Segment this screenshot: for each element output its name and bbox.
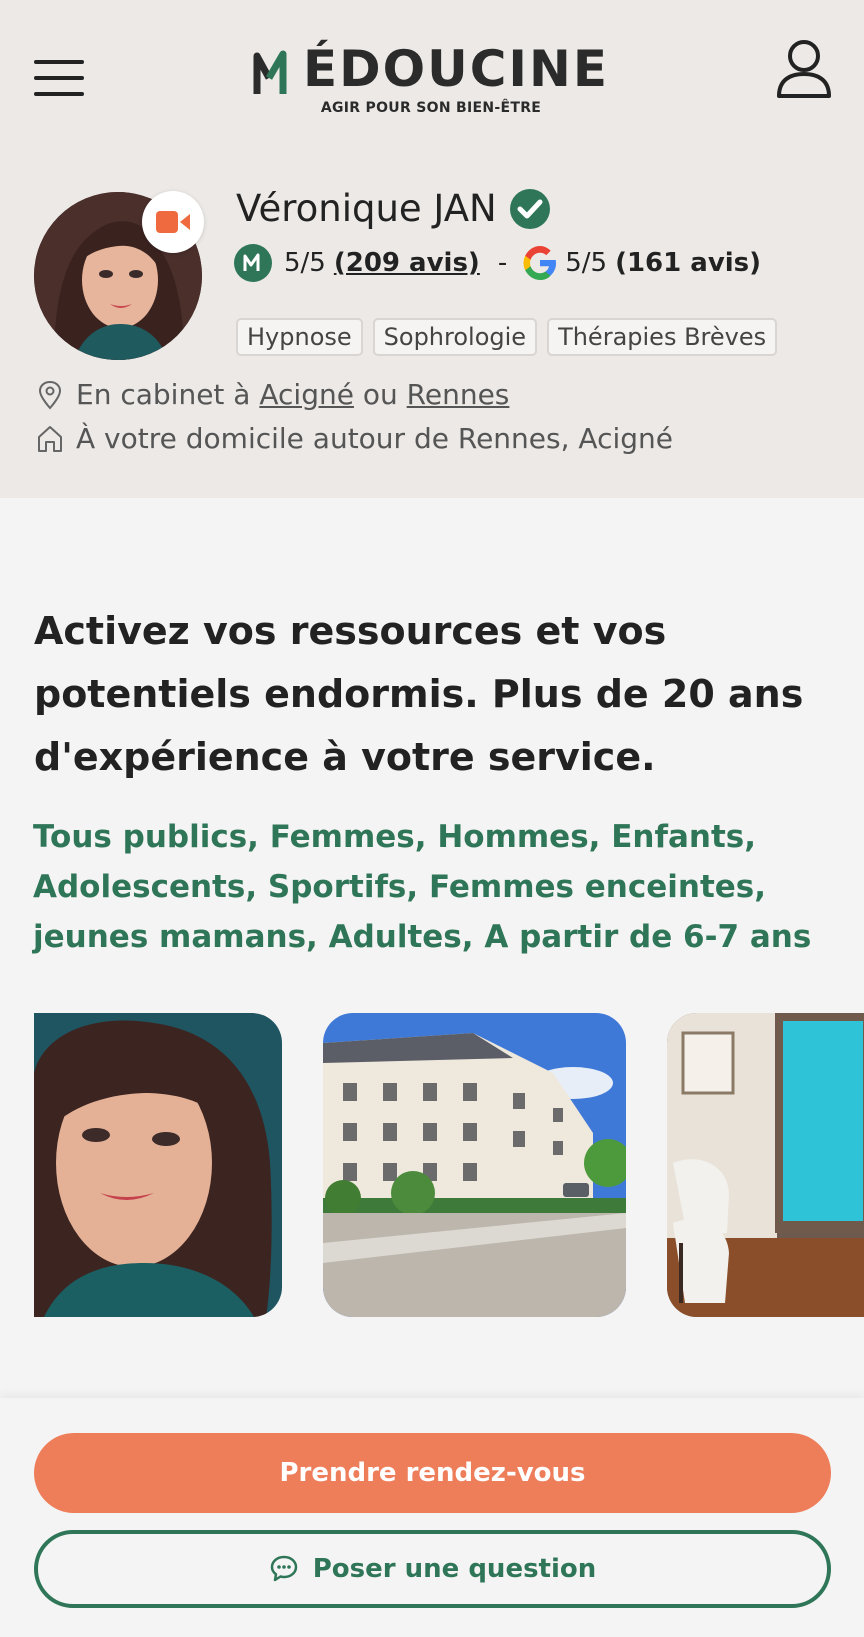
medoucine-score: 5/5 <box>284 248 326 278</box>
home-icon <box>38 425 62 452</box>
ratings-separator: - <box>497 248 508 278</box>
map-pin-icon <box>38 380 62 409</box>
hamburger-menu-icon[interactable] <box>34 60 84 96</box>
google-score: 5/5 <box>565 248 608 278</box>
ask-question-button[interactable]: Poser une question <box>34 1530 831 1608</box>
tag-hypnose[interactable]: Hypnose <box>236 318 363 356</box>
cabinet-prefix: En cabinet à <box>76 378 251 411</box>
medoucine-reviews-link[interactable]: (209 avis) <box>334 248 480 278</box>
book-appointment-button[interactable]: Prendre rendez-vous <box>34 1433 831 1513</box>
practitioner-name: Véronique JAN <box>236 187 497 230</box>
site-logo[interactable]: ÉDOUCINE AGIR POUR SON BIEN-ÊTRE <box>246 40 616 116</box>
check-badge-icon <box>509 188 550 229</box>
google-logo-icon <box>523 246 557 280</box>
user-icon[interactable] <box>776 38 832 100</box>
google-reviews-count: (161 avis) <box>615 248 762 278</box>
profile-header: ÉDOUCINE AGIR POUR SON BIEN-ÊTRE Véroniq… <box>0 0 864 498</box>
gallery-photo-building[interactable] <box>323 1013 626 1317</box>
city-link-rennes[interactable]: Rennes <box>407 378 510 411</box>
action-bar: Prendre rendez-vous Poser une question <box>0 1398 864 1637</box>
logo-wordmark: ÉDOUCINE <box>302 40 610 98</box>
photo-gallery[interactable] <box>0 1013 864 1317</box>
city-link-acigne[interactable]: Acigné <box>259 378 354 411</box>
gallery-photo-waiting-room[interactable] <box>667 1013 864 1317</box>
home-visit-location: À votre domicile autour de Rennes, Acign… <box>36 422 673 455</box>
specialty-tags: Hypnose Sophrologie Thérapies Brèves <box>236 318 778 356</box>
ask-question-label: Poser une question <box>312 1554 597 1584</box>
cabinet-location: En cabinet à Acigné ou Rennes <box>36 378 509 411</box>
target-audience: Tous publics, Femmes, Hommes, Enfants, A… <box>33 819 812 955</box>
chat-bubble-icon <box>270 1555 297 1582</box>
tag-sophrologie[interactable]: Sophrologie <box>372 318 538 356</box>
ratings-row: 5/5 (209 avis) - 5/5 (161 avis) <box>234 244 761 282</box>
logo-m-mark <box>253 48 301 98</box>
video-camera-icon <box>142 191 204 253</box>
logo-tagline: AGIR POUR SON BIEN-ÊTRE <box>320 100 542 116</box>
tag-therapies-breves[interactable]: Thérapies Brèves <box>547 318 778 356</box>
profile-headline: Activez vos ressources et vos potentiels… <box>34 609 804 779</box>
cabinet-conjunction: ou <box>362 378 398 411</box>
home-visit-text: À votre domicile autour de Rennes, Acign… <box>76 422 673 455</box>
gallery-photo-portrait[interactable] <box>34 1013 282 1317</box>
medoucine-logo-icon <box>234 244 272 282</box>
